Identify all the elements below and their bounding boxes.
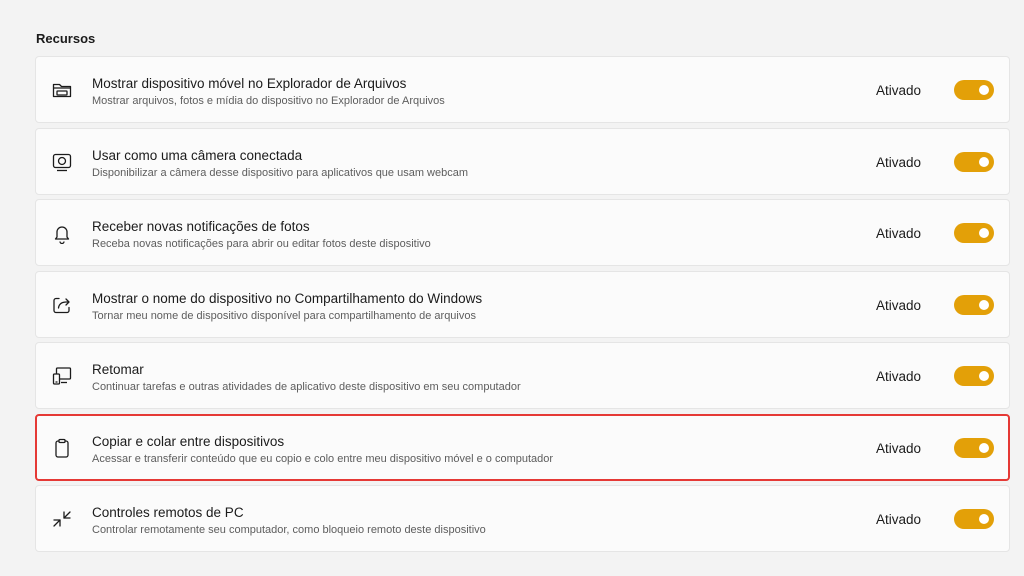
toggle-knob <box>979 371 989 381</box>
feature-row-windows-share[interactable]: Mostrar o nome do dispositivo no Compart… <box>35 270 1010 338</box>
feature-row-webcam[interactable]: Usar como uma câmera conectada Disponibi… <box>35 127 1010 195</box>
clipboard-toggle[interactable] <box>954 437 994 458</box>
feature-description: Continuar tarefas e outras atividades de… <box>92 381 521 393</box>
feature-status: Ativado <box>876 369 922 384</box>
feature-row-photo-notifications[interactable]: Receber novas notificações de fotos Rece… <box>35 199 1010 266</box>
feature-title: Receber novas notificações de fotos <box>92 219 310 234</box>
file-explorer-toggle[interactable] <box>954 80 994 100</box>
feature-status: Ativado <box>876 83 922 98</box>
feature-status: Ativado <box>876 512 922 527</box>
windows-share-toggle[interactable] <box>954 294 994 315</box>
section-title: Recursos <box>36 31 96 46</box>
feature-status: Ativado <box>876 154 922 170</box>
feature-title: Copiar e colar entre dispositivos <box>92 433 285 449</box>
feature-row-resume[interactable]: Retomar Continuar tarefas e outras ativi… <box>35 342 1010 409</box>
feature-title: Retomar <box>92 362 144 377</box>
toggle-knob <box>979 299 989 310</box>
features-list: Mostrar dispositivo móvel no Explorador … <box>35 56 1010 557</box>
feature-row-file-explorer[interactable]: Mostrar dispositivo móvel no Explorador … <box>35 56 1010 123</box>
feature-status: Ativado <box>876 226 922 241</box>
photo-notifications-toggle[interactable] <box>954 223 994 243</box>
feature-row-remote-control[interactable]: Controles remotos de PC Controlar remota… <box>35 485 1010 552</box>
feature-description: Acessar e transferir conteúdo que eu cop… <box>92 452 554 465</box>
feature-description: Receba novas notificações para abrir ou … <box>92 238 431 250</box>
folder-icon <box>51 79 73 101</box>
webcam-icon <box>51 151 73 173</box>
share-icon <box>51 294 73 316</box>
toggle-knob <box>979 228 989 238</box>
devices-icon <box>51 365 73 387</box>
remote-control-toggle[interactable] <box>954 509 994 529</box>
resume-toggle[interactable] <box>954 366 994 386</box>
feature-title: Mostrar o nome do dispositivo no Compart… <box>92 290 483 306</box>
remote-control-icon <box>51 508 73 530</box>
toggle-knob <box>979 156 989 167</box>
webcam-toggle[interactable] <box>954 151 994 172</box>
feature-description: Controlar remotamente seu computador, co… <box>92 524 486 536</box>
feature-description: Tornar meu nome de dispositivo disponíve… <box>92 309 476 322</box>
toggle-knob <box>979 442 989 453</box>
feature-title: Usar como uma câmera conectada <box>92 147 303 163</box>
feature-description: Disponibilizar a câmera desse dispositiv… <box>92 166 469 179</box>
feature-description: Mostrar arquivos, fotos e mídia do dispo… <box>92 95 445 107</box>
feature-status: Ativado <box>876 440 922 456</box>
clipboard-icon <box>51 437 73 459</box>
feature-row-clipboard[interactable]: Copiar e colar entre dispositivos Acessa… <box>35 413 1010 481</box>
feature-title: Controles remotos de PC <box>92 505 244 520</box>
bell-icon <box>51 222 73 244</box>
toggle-knob <box>979 514 989 524</box>
toggle-knob <box>979 85 989 95</box>
feature-title: Mostrar dispositivo móvel no Explorador … <box>92 76 407 91</box>
feature-status: Ativado <box>876 297 922 313</box>
